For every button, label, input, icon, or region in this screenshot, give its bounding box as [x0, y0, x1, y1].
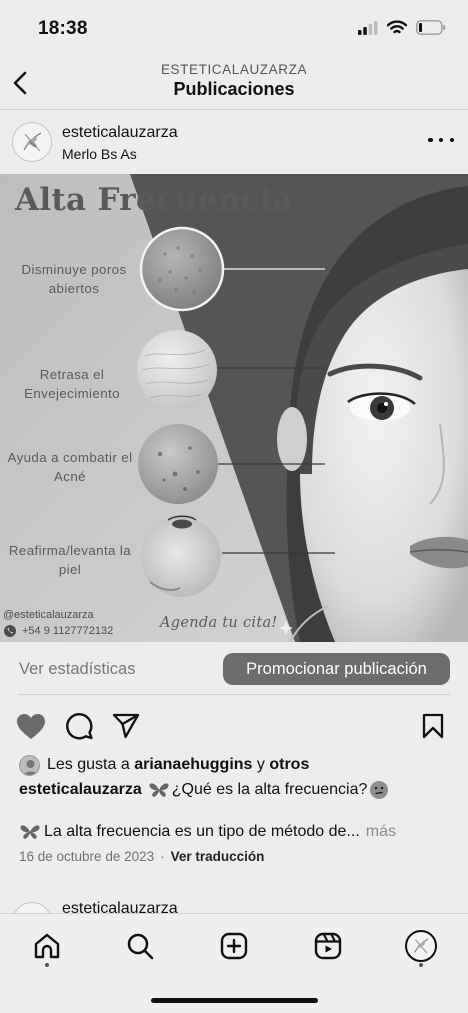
caption-username[interactable]: esteticalauzarza [19, 779, 142, 801]
nav-bar: ESTETICALAUZARZA Publicaciones [0, 56, 468, 110]
tab-home[interactable] [29, 928, 65, 964]
thinking-emoji-icon [370, 781, 389, 799]
more-icon [428, 137, 433, 143]
comment-icon [66, 713, 93, 740]
share-button[interactable] [110, 710, 142, 742]
divider [18, 694, 450, 695]
bookmark-icon [422, 713, 444, 739]
image-cta: Agenda tu cita! [160, 615, 278, 631]
benefit-label: Disminuye poros abiertos [21, 262, 127, 296]
post-actions [0, 705, 468, 745]
post-image[interactable]: Alta Frecuencia Disminuye poros abiertos… [0, 174, 468, 642]
post-location[interactable]: Merlo Bs As [62, 146, 137, 162]
search-icon [127, 933, 154, 960]
caption-line2: La alta frecuencia es un tipo de método … [19, 821, 396, 843]
home-activity-dot [45, 963, 49, 967]
tab-profile[interactable] [403, 928, 439, 964]
post-date: 16 de octubre de 2023 [19, 849, 155, 864]
caption-more-link[interactable]: más [366, 821, 396, 843]
likes-summary[interactable]: Les gusta a arianaehuggins y otros [19, 754, 309, 776]
home-indicator [151, 998, 318, 1003]
caption-excerpt: La alta frecuencia es un tipo de método … [44, 823, 360, 840]
image-title: Alta Frecuencia [15, 182, 293, 218]
tab-bar [0, 913, 468, 1013]
create-icon [220, 932, 248, 960]
promote-post-button[interactable]: Promocionar publicación [223, 653, 450, 685]
next-post-header: esteticalauzarza [0, 896, 468, 914]
liker-username[interactable]: arianaehuggins [134, 756, 252, 774]
butterfly-icon [149, 783, 169, 797]
translate-link[interactable]: Ver traducción [171, 849, 265, 864]
whatsapp-icon [4, 625, 16, 637]
comment-button[interactable] [63, 710, 95, 742]
liker-avatar [19, 754, 40, 776]
likes-prefix: Les gusta a [47, 756, 130, 773]
phone-number: +54 9 1127772132 [22, 625, 114, 637]
benefit-label: Retrasa el Envejecimiento [24, 367, 120, 401]
page-title: Publicaciones [173, 79, 295, 99]
more-options-button[interactable] [428, 130, 454, 150]
profile-avatar [405, 930, 437, 962]
caption-text: ¿Qué es la alta frecuencia? [171, 781, 368, 798]
butterfly-icon [20, 825, 40, 839]
nav-subtitle: ESTETICALAUZARZA [160, 62, 308, 77]
insights-row: Ver estadísticas Promocionar publicación [0, 643, 468, 695]
post-date-row: 16 de octubre de 2023 · Ver traducción [19, 849, 264, 864]
post-header: esteticalauzarza Merlo Bs As [0, 112, 468, 174]
status-icons [358, 20, 446, 40]
post-username[interactable]: esteticalauzarza [62, 900, 178, 914]
profile-activity-dot [419, 963, 423, 967]
signal-icon [358, 20, 378, 40]
benefit-label: Reafirma/levanta la piel [8, 543, 132, 577]
brand-logo-icon [414, 938, 429, 954]
image-phone: +54 9 1127772132 [3, 624, 113, 638]
tab-create[interactable] [216, 928, 252, 964]
heart-icon [17, 713, 45, 739]
view-insights-link[interactable]: Ver estadísticas [19, 660, 135, 679]
home-icon [34, 933, 60, 959]
likes-others[interactable]: otros [269, 756, 309, 774]
benefit-label: Ayuda a combatir el Acné [7, 450, 133, 484]
tab-reels[interactable] [310, 928, 346, 964]
share-icon [112, 713, 140, 739]
battery-icon [416, 20, 446, 40]
post-caption: esteticalauzarza ¿Qué es la alta frecuen… [19, 779, 389, 801]
brand-logo-icon [23, 132, 42, 152]
reels-icon [314, 932, 342, 960]
likes-joiner: y [256, 756, 265, 773]
wifi-icon [386, 20, 408, 40]
like-button[interactable] [15, 710, 47, 742]
date-separator: · [160, 849, 165, 864]
status-bar: 18:38 [0, 0, 468, 56]
status-time: 18:38 [38, 18, 88, 39]
tab-search[interactable] [122, 928, 158, 964]
image-handle: @esteticalauzarza [3, 609, 94, 621]
post-username[interactable]: esteticalauzarza [62, 124, 178, 142]
avatar[interactable] [12, 122, 52, 162]
save-button[interactable] [417, 710, 449, 742]
